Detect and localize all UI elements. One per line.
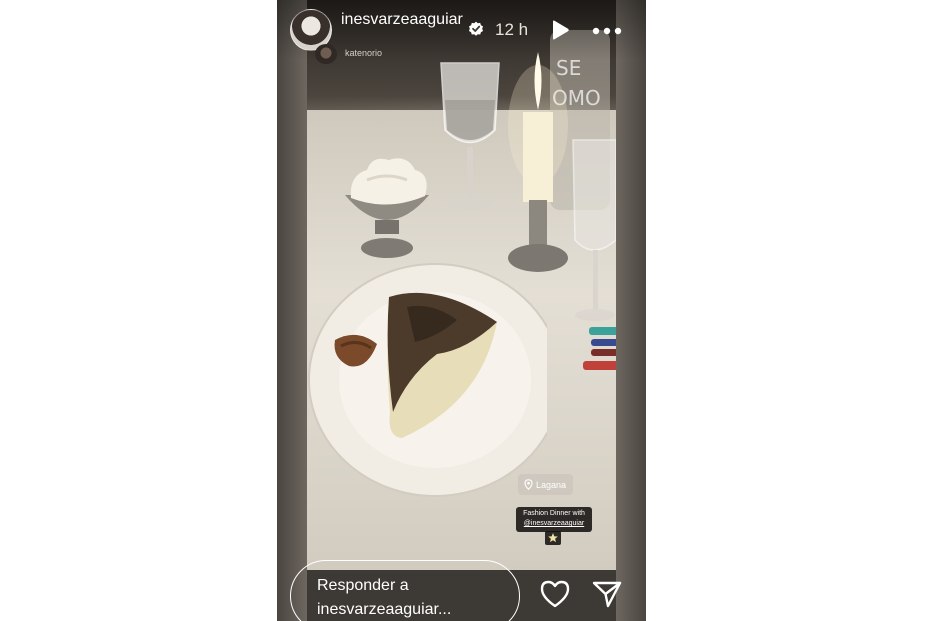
location-label: Lagana [536, 479, 567, 490]
heart-icon[interactable] [539, 579, 571, 609]
verified-badge-icon [469, 21, 483, 36]
star-icon [545, 531, 561, 545]
reply-input[interactable]: Responder a inesvarzeaaguiar... [290, 560, 520, 621]
water-glass-image [572, 139, 616, 321]
candle-image [508, 52, 568, 272]
more-options-icon[interactable] [592, 26, 622, 36]
whipped-cream-bowl-image [345, 158, 429, 258]
play-icon[interactable] [549, 19, 571, 41]
wine-glass-image [440, 62, 500, 209]
cheesecake-plate-image [308, 263, 547, 497]
collaborator-username[interactable]: katenorio [345, 47, 382, 59]
crayons-image [583, 327, 616, 370]
story-blur-right [616, 0, 646, 621]
story-blur-left [277, 0, 307, 621]
collaborator-avatar[interactable] [315, 44, 337, 64]
reply-placeholder-line2: inesvarzeaaguiar... [317, 601, 452, 618]
location-sticker[interactable]: Lagana [518, 474, 574, 495]
caption-mention-link[interactable]: @inesvarzeaaguiar [519, 519, 589, 529]
caption-text: Fashion Dinner with [523, 510, 585, 517]
send-icon[interactable] [591, 579, 623, 609]
story-timestamp: 12 h [495, 20, 529, 39]
username-label[interactable]: inesvarzeaaguiar [341, 9, 463, 31]
location-pin-icon [524, 479, 533, 490]
caption-sticker[interactable]: Fashion Dinner with @inesvarzeaaguiar [516, 507, 592, 532]
reply-placeholder-line1: Responder a [317, 577, 409, 594]
